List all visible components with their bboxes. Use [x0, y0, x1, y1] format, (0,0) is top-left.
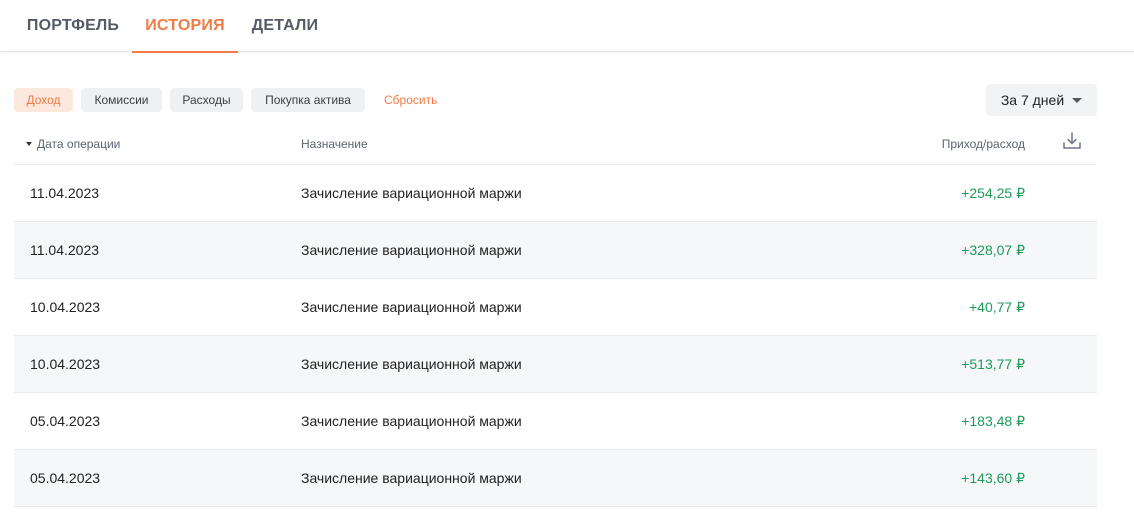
table-header: Дата операции Назначение Приход/расход: [14, 128, 1097, 165]
row-amount: +254,25 ₽: [961, 184, 1025, 201]
column-header-date-label: Дата операции: [37, 137, 121, 151]
row-amount: +183,48 ₽: [961, 412, 1025, 429]
sort-desc-icon: [26, 142, 32, 146]
column-header-amount: Приход/расход: [941, 137, 1025, 151]
row-date: 05.04.2023: [30, 413, 101, 429]
table-row[interactable]: 10.04.2023 Зачисление вариационной маржи…: [14, 336, 1097, 393]
reset-filters-link[interactable]: Сбросить: [384, 88, 437, 112]
row-purpose: Зачисление вариационной маржи: [301, 356, 522, 372]
filter-chip-income[interactable]: Доход: [14, 88, 73, 112]
chevron-down-icon: [1072, 97, 1083, 103]
row-amount: +513,77 ₽: [961, 355, 1025, 372]
download-icon[interactable]: [1061, 130, 1083, 152]
tab-bar: ПОРТФЕЛЬ ИСТОРИЯ ДЕТАЛИ: [0, 0, 1134, 53]
filter-chip-expenses[interactable]: Расходы: [170, 88, 243, 112]
column-header-purpose: Назначение: [301, 137, 368, 151]
row-date: 05.04.2023: [30, 470, 101, 486]
table-row[interactable]: 10.04.2023 Зачисление вариационной маржи…: [14, 279, 1097, 336]
row-amount: +328,07 ₽: [961, 241, 1025, 258]
table-row[interactable]: 11.04.2023 Зачисление вариационной маржи…: [14, 165, 1097, 222]
row-date: 11.04.2023: [30, 242, 100, 258]
filter-chip-commissions[interactable]: Комиссии: [81, 88, 162, 112]
row-date: 10.04.2023: [30, 299, 101, 315]
column-header-date[interactable]: Дата операции: [26, 128, 120, 160]
row-amount: +40,77 ₽: [968, 298, 1025, 315]
table-row[interactable]: 05.04.2023 Зачисление вариационной маржи…: [14, 450, 1097, 507]
period-select-label: За 7 дней: [1000, 92, 1065, 108]
tab-details[interactable]: ДЕТАЛИ: [238, 0, 332, 52]
row-purpose: Зачисление вариационной маржи: [301, 470, 522, 486]
row-purpose: Зачисление вариационной маржи: [301, 299, 522, 315]
row-date: 10.04.2023: [30, 356, 101, 372]
table-row[interactable]: 11.04.2023 Зачисление вариационной маржи…: [14, 222, 1097, 279]
filter-chip-asset-purchase[interactable]: Покупка актива: [251, 88, 365, 112]
table-row[interactable]: 05.04.2023 Зачисление вариационной маржи…: [14, 393, 1097, 450]
tab-history[interactable]: ИСТОРИЯ: [132, 0, 238, 53]
row-amount: +143,60 ₽: [961, 469, 1025, 486]
period-select[interactable]: За 7 дней: [986, 84, 1097, 116]
row-purpose: Зачисление вариационной маржи: [301, 242, 522, 258]
row-purpose: Зачисление вариационной маржи: [301, 413, 522, 429]
row-date: 11.04.2023: [30, 185, 100, 201]
tab-portfolio[interactable]: ПОРТФЕЛЬ: [14, 0, 132, 52]
operations-list: 11.04.2023 Зачисление вариационной маржи…: [14, 165, 1097, 507]
row-purpose: Зачисление вариационной маржи: [301, 185, 522, 201]
